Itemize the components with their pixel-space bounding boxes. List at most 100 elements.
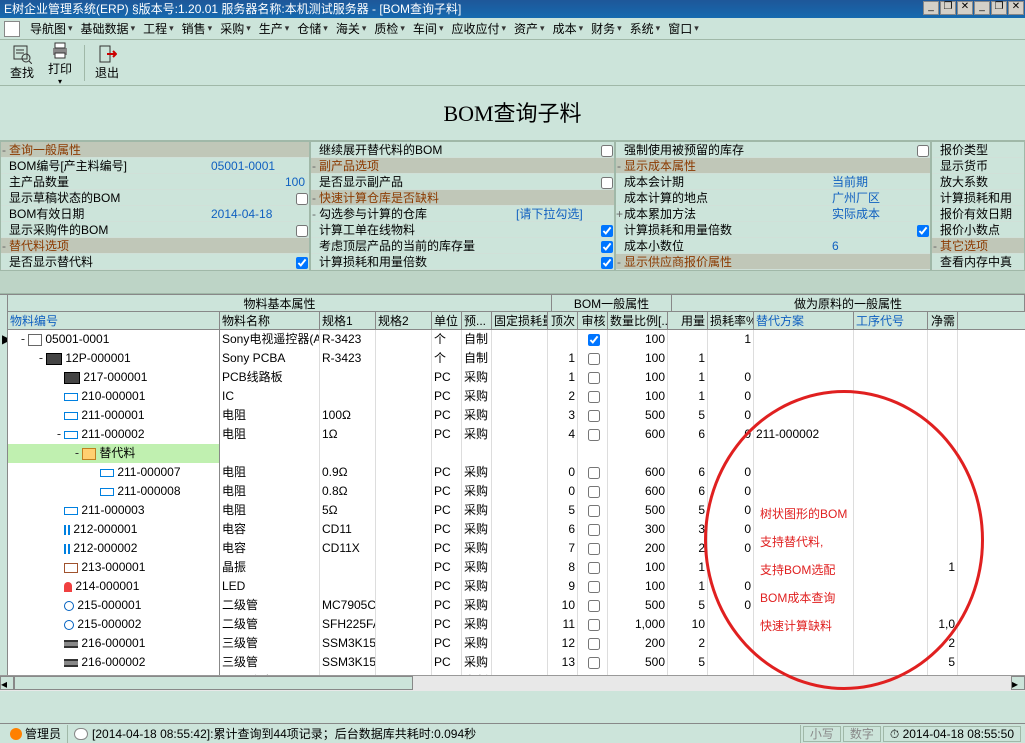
close-button[interactable]: ✕	[957, 1, 973, 15]
table-row[interactable]: 210-000001ICPC采购210010	[0, 387, 1025, 406]
calc-wip-checkbox[interactable]	[601, 225, 613, 237]
led-icon	[64, 582, 72, 592]
horizontal-scrollbar[interactable]: ◂ ▸	[0, 675, 1025, 691]
child-close-button[interactable]: ✕	[1008, 1, 1024, 15]
restore-button[interactable]: ❐	[940, 1, 956, 15]
shortage-header: 快速计算仓库是否缺料	[317, 190, 614, 205]
menu-资产[interactable]: 资产▾	[510, 18, 549, 39]
menu-应收应付[interactable]: 应收应付▾	[447, 18, 510, 39]
dip-icon	[64, 640, 78, 648]
menu-窗口[interactable]: 窗口▾	[664, 18, 703, 39]
alt-options-header: 替代料选项	[7, 238, 309, 253]
calc-loss2-checkbox[interactable]	[917, 225, 929, 237]
menu-导航图[interactable]: 导航图▾	[26, 18, 77, 39]
table-row[interactable]: 213-000001晶振PC采购810011	[0, 558, 1025, 577]
show-alt-checkbox[interactable]	[296, 257, 308, 269]
force-reserved-checkbox[interactable]	[917, 145, 929, 157]
menu-工程[interactable]: 工程▾	[139, 18, 178, 39]
other-options-header: 其它选项	[938, 238, 1024, 253]
menu-海关[interactable]: 海关▾	[332, 18, 371, 39]
status-message: [2014-04-18 08:55:42]:累计查询到44项记录；后台数据库共耗…	[92, 725, 476, 743]
show-byproduct-checkbox[interactable]	[601, 177, 613, 189]
toolbar: 查找 打印▾ 退出	[0, 40, 1025, 86]
top-stock-checkbox[interactable]	[601, 241, 613, 253]
scroll-right-button[interactable]: ▸	[1011, 676, 1025, 690]
table-row[interactable]: ▶- 05001-0001Sony电视遥控器(AR-3423个自制1001	[0, 330, 1025, 349]
scroll-left-button[interactable]: ◂	[0, 676, 14, 690]
cost-props-header: 显示成本属性	[622, 158, 930, 173]
expand-alt-checkbox[interactable]	[601, 145, 613, 157]
scroll-thumb[interactable]	[14, 676, 413, 690]
table-row[interactable]: 211-000001电阻100ΩPC采购350050	[0, 406, 1025, 425]
cost-period-field[interactable]: 当前期	[830, 174, 930, 189]
message-icon	[74, 728, 88, 740]
table-row[interactable]: 211-000007电阻0.9ΩPC采购060060	[0, 463, 1025, 482]
menu-生产[interactable]: 生产▾	[255, 18, 294, 39]
table-row[interactable]: 216-000001三级管SSM3K15FSPC采购1220022	[0, 634, 1025, 653]
table-row[interactable]: - 替代料	[0, 444, 1025, 463]
bom-date-field[interactable]: 2014-04-18	[209, 206, 309, 221]
menu-车间[interactable]: 车间▾	[409, 18, 448, 39]
child-minimize-button[interactable]: _	[974, 1, 990, 15]
table-row[interactable]: + 11D-000001Sony底壳R-3423个自制21001	[0, 672, 1025, 675]
app-icon	[4, 21, 20, 37]
cost-method-field[interactable]: 实际成本	[830, 206, 930, 221]
menu-采购[interactable]: 采购▾	[216, 18, 255, 39]
table-row[interactable]: 212-000002电容CD11XPC采购720020	[0, 539, 1025, 558]
menu-成本[interactable]: 成本▾	[549, 18, 588, 39]
warehouse-select[interactable]: [请下拉勾选]	[514, 206, 614, 221]
status-bar: 管理员 [2014-04-18 08:55:42]:累计查询到44项记录；后台数…	[0, 723, 1025, 743]
admin-icon	[10, 728, 22, 740]
trans-icon	[64, 620, 74, 630]
menu-仓储[interactable]: 仓储▾	[293, 18, 332, 39]
menu-基础数据[interactable]: 基础数据▾	[77, 18, 140, 39]
table-row[interactable]: 212-000001电容CD11PC采购630030	[0, 520, 1025, 539]
properties-panel: -查询一般属性 BOM编号[产主料编号]05001-0001 主产品数量100 …	[0, 142, 1025, 270]
table-row[interactable]: - 211-000002电阻1ΩPC采购460060211-000002	[0, 425, 1025, 444]
table-row[interactable]: - 12P-000001Sony PCBAR-3423个自制11001	[0, 349, 1025, 368]
table-row[interactable]: 215-000001二级管MC7905CTPC采购1050050	[0, 596, 1025, 615]
child-restore-button[interactable]: ❐	[991, 1, 1007, 15]
table-row[interactable]: 214-000001LEDPC采购910010	[0, 577, 1025, 596]
caps-indicator: 小写	[803, 726, 841, 742]
table-row[interactable]: 215-000002二级管SFH225FAPC采购111,000101,0	[0, 615, 1025, 634]
table-row[interactable]: 211-000008电阻0.8ΩPC采购060060	[0, 482, 1025, 501]
show-purchase-checkbox[interactable]	[296, 225, 308, 237]
exit-button[interactable]: 退出	[89, 42, 125, 83]
menu-质检[interactable]: 质检▾	[370, 18, 409, 39]
grid-header-cols: 物料编号 物料名称 规格1 规格2 单位 预... 固定损耗量 顶次 审核 数量…	[0, 312, 1025, 330]
print-button[interactable]: 打印▾	[42, 38, 78, 88]
query-props-header: 查询一般属性	[7, 142, 309, 157]
box-icon	[28, 334, 42, 346]
grid-header-groups: 物料基本属性 BOM一般属性 做为原料的一般属性	[0, 294, 1025, 312]
find-button[interactable]: 查找	[4, 42, 40, 83]
calc-loss-checkbox[interactable]	[601, 257, 613, 269]
show-draft-checkbox[interactable]	[296, 193, 308, 205]
table-row[interactable]: 217-000001PCB线路板PC采购110010	[0, 368, 1025, 387]
bom-number-field[interactable]: 05001-0001	[209, 158, 309, 173]
divider[interactable]	[0, 270, 1025, 294]
cost-decimals-field[interactable]: 6	[830, 238, 930, 253]
status-time: 2014-04-18 08:55:50	[903, 727, 1014, 741]
trans-icon	[64, 601, 74, 611]
table-row[interactable]: 216-000002三级管SSM3K15FSPC采购1350055	[0, 653, 1025, 672]
res-icon	[64, 412, 78, 420]
grid-body[interactable]: ▶- 05001-0001Sony电视遥控器(AR-3423个自制1001- 1…	[0, 330, 1025, 675]
minimize-button[interactable]: _	[923, 1, 939, 15]
menu-财务[interactable]: 财务▾	[587, 18, 626, 39]
num-indicator: 数字	[843, 726, 881, 742]
xtl-icon	[64, 563, 78, 573]
window-title: E树企业管理系统(ERP) §版本号:1.20.01 服务器名称:本机测试服务器…	[4, 0, 461, 18]
res-icon	[100, 469, 114, 477]
menu-销售[interactable]: 销售▾	[178, 18, 217, 39]
table-row[interactable]: 211-000003电阻5ΩPC采购550050	[0, 501, 1025, 520]
menu-系统[interactable]: 系统▾	[626, 18, 665, 39]
res-icon	[100, 488, 114, 496]
byproduct-header: 副产品选项	[317, 158, 614, 173]
menu-bar: 导航图▾基础数据▾工程▾销售▾采购▾生产▾仓储▾海关▾质检▾车间▾应收应付▾资产…	[0, 18, 1025, 40]
dip-icon	[64, 659, 78, 667]
main-qty-field[interactable]: 100	[209, 174, 309, 189]
res-icon	[64, 431, 78, 439]
supplier-quote-header: 显示供应商报价属性	[622, 254, 930, 269]
cost-location-field[interactable]: 广州厂区	[830, 190, 930, 205]
